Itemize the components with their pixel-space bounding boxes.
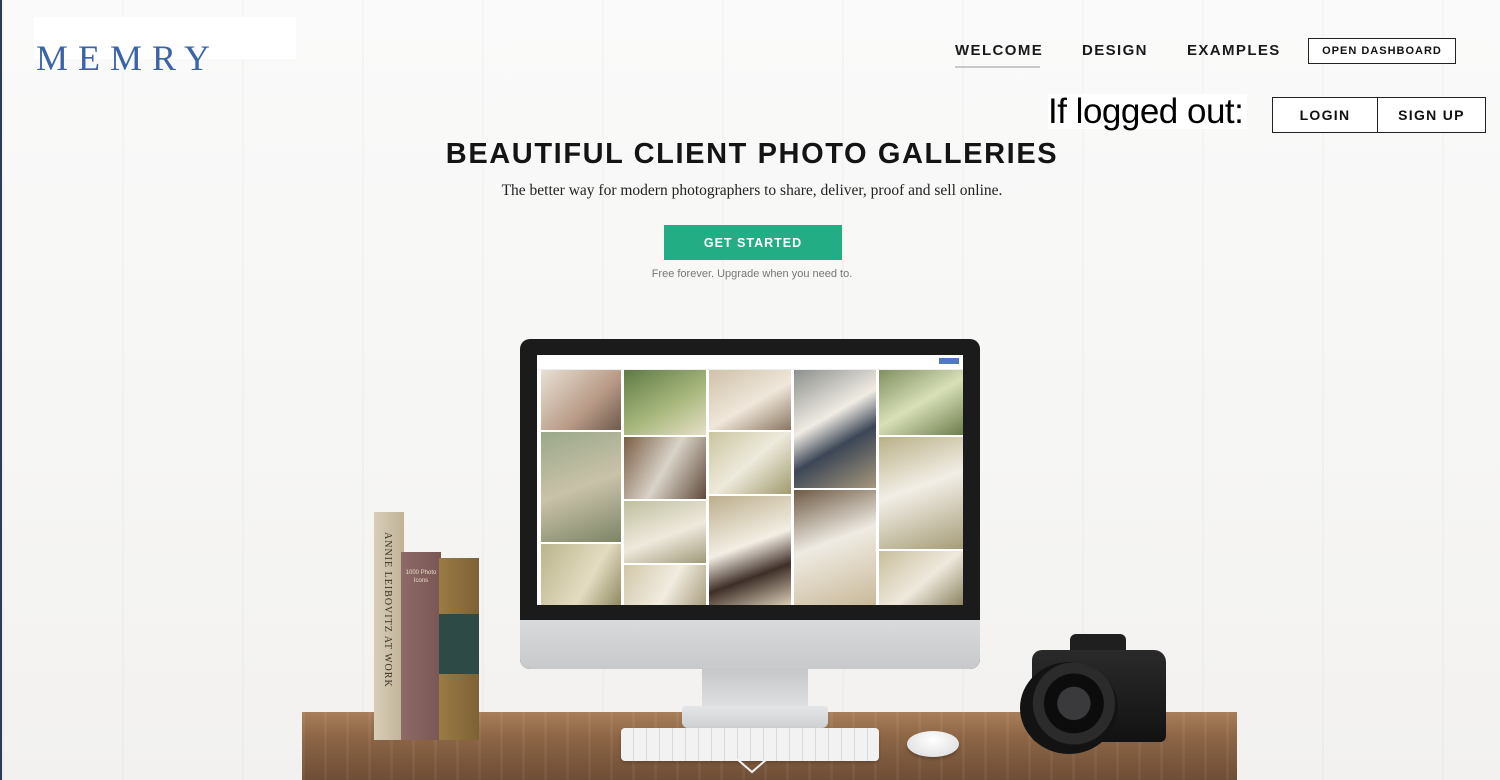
gallery-photo <box>624 501 706 563</box>
screen-header-button <box>939 358 959 364</box>
gallery-photo <box>624 565 706 605</box>
get-started-button[interactable]: GET STARTED <box>664 225 842 260</box>
gallery-photo <box>794 370 876 488</box>
open-dashboard-button[interactable]: OPEN DASHBOARD <box>1308 38 1456 64</box>
gallery-photo <box>541 544 621 605</box>
sign-up-button[interactable]: SIGN UP <box>1378 98 1485 132</box>
login-button[interactable]: LOGIN <box>1273 98 1378 132</box>
gallery-photo <box>879 437 963 549</box>
active-nav-underline <box>955 66 1040 68</box>
book-2-title: 1000 Photo Icons <box>405 570 437 584</box>
gallery-photo <box>541 432 621 542</box>
nav-welcome[interactable]: WELCOME <box>955 43 1043 58</box>
gallery-photo <box>879 551 963 605</box>
auth-button-group: LOGIN SIGN UP <box>1272 97 1486 133</box>
gallery-photo <box>879 370 963 435</box>
logged-out-annotation: If logged out: <box>1048 94 1248 129</box>
gallery-photo <box>624 370 706 435</box>
landing-page: MEMRY WELCOME DESIGN EXAMPLES OPEN DASHB… <box>0 0 1500 780</box>
monitor-chin <box>520 620 980 669</box>
camera-lens <box>1020 662 1118 754</box>
book-third <box>439 558 479 740</box>
screen-gallery-header <box>537 355 963 370</box>
gallery-photo <box>541 370 621 430</box>
memry-logo[interactable]: MEMRY <box>36 40 220 76</box>
gallery-photo <box>624 437 706 499</box>
cta-note: Free forever. Upgrade when you need to. <box>651 268 853 280</box>
monitor-foot <box>682 706 828 728</box>
nav-design[interactable]: DESIGN <box>1082 43 1148 58</box>
book-photo-icons: 1000 Photo Icons <box>401 552 441 740</box>
book-annie-leibovitz: ANNIE LEIBOVITZ AT WORK <box>374 512 404 740</box>
hero-headline: BEAUTIFUL CLIENT PHOTO GALLERIES <box>445 138 1059 170</box>
gallery-photo <box>709 370 791 430</box>
book-band <box>439 614 479 674</box>
chevron-down-icon[interactable] <box>734 756 770 776</box>
book-spine-title: ANNIE LEIBOVITZ AT WORK <box>382 532 393 688</box>
hero-subheadline: The better way for modern photographers … <box>501 182 1003 199</box>
gallery-photo <box>709 432 791 494</box>
monitor-stand <box>702 669 808 709</box>
nav-examples[interactable]: EXAMPLES <box>1187 43 1281 58</box>
gallery-photo <box>794 490 876 605</box>
gallery-photo <box>709 496 791 605</box>
mouse <box>907 731 959 757</box>
monitor-screen-gallery <box>537 355 963 605</box>
